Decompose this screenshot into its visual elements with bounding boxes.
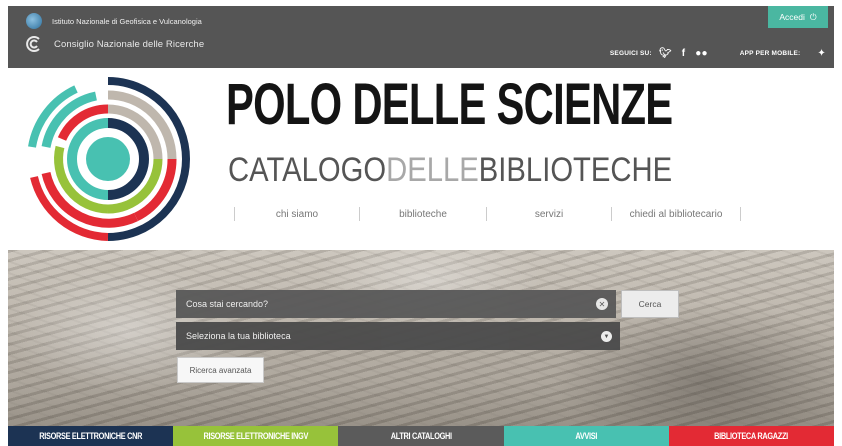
tab-label: BIBLIOTECA RAGAZZI: [714, 431, 789, 441]
follow-label: SEGUICI SU:: [609, 50, 652, 57]
mobile-label: APP PER MOBILE:: [739, 50, 801, 57]
tab-risorse-ingv[interactable]: RISORSE ELETTRONICHE INGV: [173, 426, 339, 446]
top-bar: Istituto Nazionale di Geofisica e Vulcan…: [8, 6, 834, 68]
android-icon[interactable]: ✦: [817, 48, 826, 59]
advanced-search-button[interactable]: Ricerca avanzata: [177, 357, 264, 383]
search-placeholder: Cosa stai cercando?: [186, 299, 269, 309]
nav-item-chiedi[interactable]: chiedi al bibliotecario: [612, 209, 740, 220]
subtitle-part-catalogo: CATALOGO: [228, 151, 387, 189]
tab-biblioteca-ragazzi[interactable]: BIBLIOTECA RAGAZZI: [668, 426, 835, 446]
login-button[interactable]: Accedi ⏻: [768, 6, 828, 28]
ingv-link[interactable]: Istituto Nazionale di Geofisica e Vulcan…: [26, 13, 202, 29]
tab-label: RISORSE ELETTRONICHE CNR: [39, 431, 143, 441]
ingv-globe-icon: [26, 13, 42, 29]
cnr-label: Consiglio Nazionale delle Ricerche: [54, 38, 205, 50]
tab-label: ALTRI CATALOGHI: [390, 431, 452, 441]
flickr-icon[interactable]: ●●: [695, 48, 707, 59]
power-icon: ⏻: [809, 11, 817, 22]
cnr-link[interactable]: Consiglio Nazionale delle Ricerche: [26, 36, 204, 52]
tab-risorse-cnr[interactable]: RISORSE ELETTRONICHE CNR: [8, 426, 174, 446]
main-nav: chi siamo biblioteche servizi chiedi al …: [234, 206, 741, 222]
subtitle-part-biblioteche: BIBLIOTECHE: [478, 151, 673, 189]
cnr-logo-icon: [26, 36, 40, 52]
subtitle-part-delle: DELLE: [386, 151, 479, 189]
search-input[interactable]: Cosa stai cercando? ✕: [176, 290, 616, 318]
tab-avvisi[interactable]: AVVISI: [503, 426, 669, 446]
tab-label: AVVISI: [575, 431, 598, 441]
chevron-down-icon: ▼: [601, 331, 612, 342]
social-bar: SEGUICI SU: 🐦︎ f ●● APP PER MOBILE: ✦: [610, 48, 826, 59]
tab-altri-cataloghi[interactable]: ALTRI CATALOGHI: [338, 426, 504, 446]
library-select[interactable]: Seleziona la tua biblioteca ▼: [176, 322, 620, 350]
nav-item-biblioteche[interactable]: biblioteche: [360, 209, 486, 220]
polo-logo-icon[interactable]: [26, 77, 190, 241]
nav-item-chi-siamo[interactable]: chi siamo: [235, 209, 359, 220]
facebook-icon[interactable]: f: [682, 48, 686, 59]
login-label: Accedi: [779, 12, 805, 22]
clear-icon[interactable]: ✕: [596, 298, 608, 310]
section-tabs: RISORSE ELETTRONICHE CNR RISORSE ELETTRO…: [8, 426, 835, 446]
site-subtitle: CATALOGODELLEBIBLIOTECHE: [228, 151, 672, 189]
site-title: POLO DELLE SCIENZE: [226, 72, 673, 137]
ingv-label: Istituto Nazionale di Geofisica e Vulcan…: [52, 16, 202, 26]
library-select-value: Seleziona la tua biblioteca: [186, 331, 291, 341]
search-button[interactable]: Cerca: [621, 290, 679, 318]
nav-item-servizi[interactable]: servizi: [487, 209, 611, 220]
tab-label: RISORSE ELETTRONICHE INGV: [203, 431, 309, 441]
twitter-icon[interactable]: 🐦︎: [659, 48, 672, 59]
nav-divider: [740, 207, 741, 221]
